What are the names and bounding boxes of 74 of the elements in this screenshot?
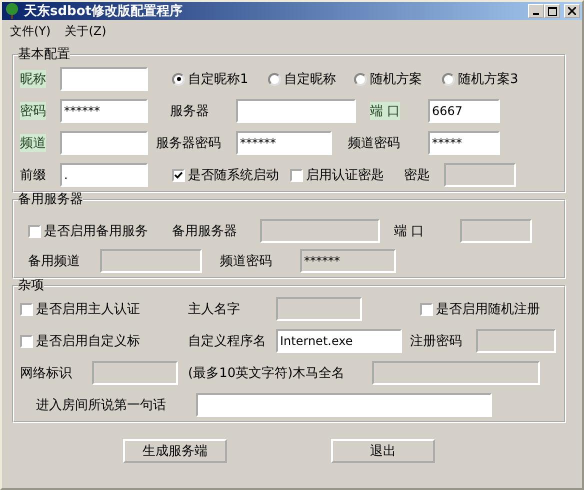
radio-label: 随机方案3 xyxy=(458,71,518,88)
checkbox[interactable]: 启用认证密匙 xyxy=(290,166,384,184)
checkbox[interactable]: 是否启用自定义标 xyxy=(20,332,140,350)
checkbox-label: 是否启用主人认证 xyxy=(36,301,140,318)
checkbox-box[interactable] xyxy=(20,302,33,316)
input-field[interactable] xyxy=(60,67,148,91)
field-label: 密匙 xyxy=(404,167,430,184)
field-label: 主人名字 xyxy=(188,301,240,318)
checkbox[interactable]: 是否启用备用服务 xyxy=(28,222,148,240)
checkbox[interactable]: 是否随系统启动 xyxy=(172,166,279,184)
field-label: 备用频道 xyxy=(28,253,80,270)
field-label: (最多10英文字符)木马全名 xyxy=(188,365,345,382)
checkbox-box[interactable] xyxy=(28,224,41,238)
field-label: 频道密码 xyxy=(220,253,272,270)
check-icon xyxy=(174,170,183,180)
dialog-button[interactable]: 生成服务端 xyxy=(123,439,227,463)
minimize-button[interactable] xyxy=(528,4,544,18)
radio-label: 自定昵称1 xyxy=(188,71,248,88)
input-field[interactable]: ***** xyxy=(428,131,500,155)
field-label: 服务器密码 xyxy=(156,135,221,152)
checkbox-label: 是否启用随机注册 xyxy=(436,301,540,318)
field-label: 网络标识 xyxy=(20,365,72,382)
input-field[interactable]: ****** xyxy=(60,99,148,123)
group-title: 备用服务器 xyxy=(18,193,83,207)
radio-label: 自定昵称 xyxy=(284,71,336,88)
checkbox-label: 是否启用备用服务 xyxy=(44,223,148,240)
radio-circle[interactable] xyxy=(268,72,281,86)
field-label: 端 口 xyxy=(370,102,400,120)
field-label: 频道密码 xyxy=(348,135,400,152)
radio-button[interactable]: 随机方案3 xyxy=(442,70,518,88)
input-field[interactable]: ****** xyxy=(236,131,332,155)
field-label: 服务器 xyxy=(170,103,209,120)
checkbox[interactable]: 是否启用主人认证 xyxy=(20,300,140,318)
checkbox-box[interactable] xyxy=(420,302,433,316)
radio-label: 随机方案 xyxy=(370,71,422,88)
close-icon xyxy=(568,7,576,15)
radio-circle[interactable] xyxy=(354,72,367,86)
field-label: 备用服务器 xyxy=(172,223,237,240)
input-field[interactable] xyxy=(236,99,356,123)
menu-item[interactable]: 关于(Z) xyxy=(64,23,106,39)
radio-circle[interactable] xyxy=(172,72,185,86)
close-button[interactable] xyxy=(564,4,580,18)
input-field[interactable]: . xyxy=(60,163,148,187)
checkbox[interactable]: 是否启用随机注册 xyxy=(420,300,540,318)
field-label: 前缀 xyxy=(20,167,46,184)
group-title: 杂项 xyxy=(18,279,44,293)
checkbox-box[interactable] xyxy=(20,334,33,348)
field-label: 端 口 xyxy=(394,223,424,240)
checkbox-box[interactable] xyxy=(290,168,303,182)
menu-item[interactable]: 文件(Y) xyxy=(10,23,51,39)
field-label: 进入房间所说第一句话 xyxy=(36,397,166,414)
field-label: 密码 xyxy=(20,102,46,120)
field-label: 自定义程序名 xyxy=(188,333,266,350)
checkbox-label: 是否启用自定义标 xyxy=(36,333,140,350)
input-field[interactable]: 6667 xyxy=(428,99,500,123)
radio-button[interactable]: 自定昵称 xyxy=(268,70,336,88)
field-label: 频道 xyxy=(20,134,46,152)
field-label: 注册密码 xyxy=(410,333,462,350)
checkbox-label: 启用认证密匙 xyxy=(306,167,384,184)
radio-button[interactable]: 随机方案 xyxy=(354,70,422,88)
checkbox-box[interactable] xyxy=(172,168,185,182)
input-field[interactable]: Internet.exe xyxy=(276,329,402,353)
input-field[interactable] xyxy=(60,131,148,155)
input-field[interactable] xyxy=(196,393,492,417)
field-label: 昵称 xyxy=(20,70,46,88)
tree-icon xyxy=(4,3,20,19)
dialog-button[interactable]: 退出 xyxy=(331,439,435,463)
group-title: 基本配置 xyxy=(18,48,70,62)
maximize-button[interactable] xyxy=(544,4,560,18)
checkbox-label: 是否随系统启动 xyxy=(188,167,279,184)
maximize-icon xyxy=(548,6,556,16)
radio-circle[interactable] xyxy=(442,72,455,86)
radio-button[interactable]: 自定昵称1 xyxy=(172,70,248,88)
window-title: 天东sdbot修改版配置程序 xyxy=(24,2,184,20)
